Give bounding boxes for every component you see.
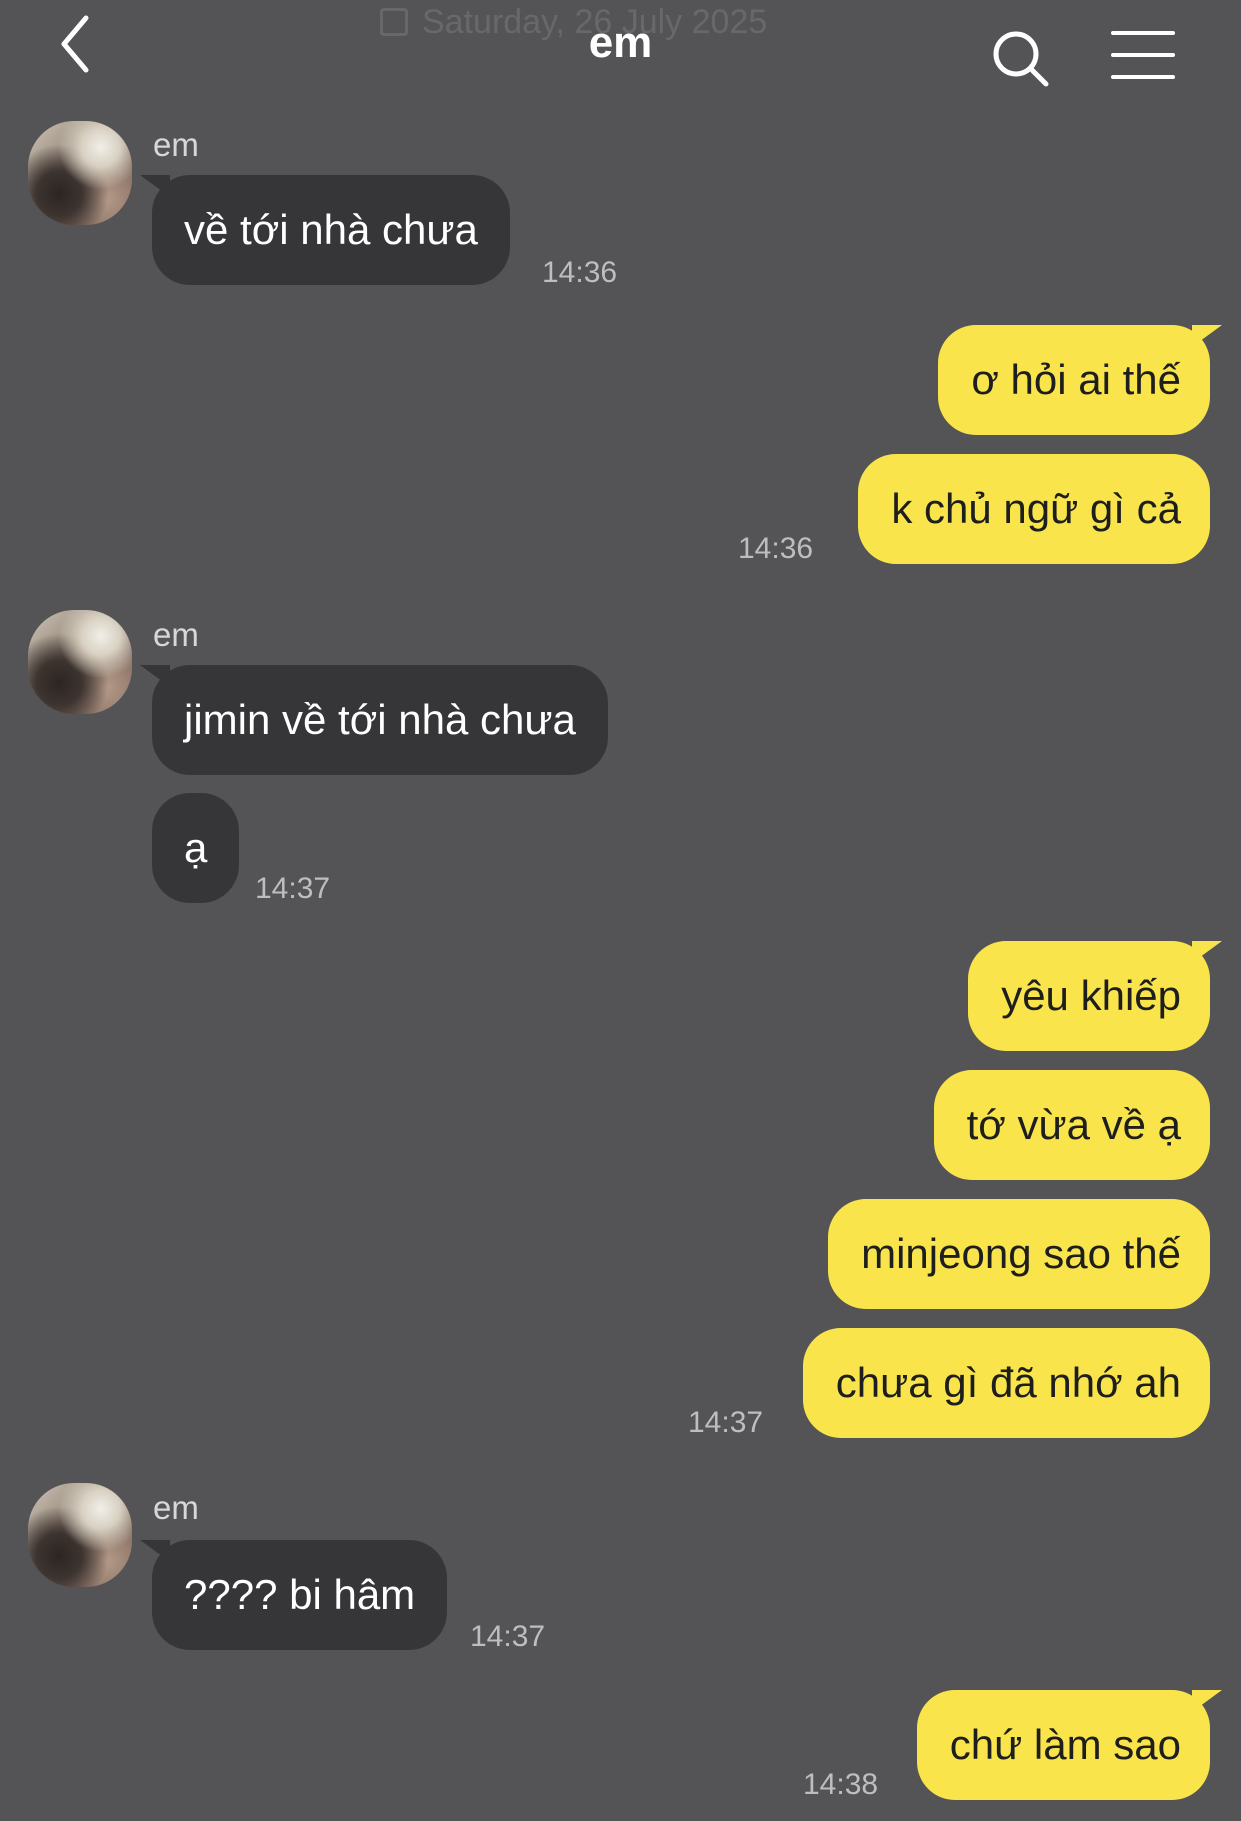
- sender-name: em: [153, 1489, 199, 1526]
- message-timestamp: 14:36: [542, 256, 618, 289]
- contact-avatar[interactable]: [28, 1483, 132, 1587]
- contact-avatar[interactable]: [28, 610, 132, 714]
- message-timestamp: 14:38: [803, 1768, 879, 1801]
- search-icon: [993, 31, 1049, 87]
- search-button[interactable]: [990, 28, 1054, 92]
- outgoing-message-bubble[interactable]: ơ hỏi ai thế: [938, 325, 1210, 435]
- outgoing-message-bubble[interactable]: yêu khiếp: [968, 941, 1210, 1051]
- contact-avatar[interactable]: [28, 121, 132, 225]
- chat-screen: Saturday, 26 July 2025 em em về tới nhà …: [0, 0, 1241, 1821]
- sender-name: em: [153, 126, 199, 163]
- sender-name: em: [153, 616, 199, 653]
- incoming-message-bubble[interactable]: về tới nhà chưa: [152, 175, 510, 285]
- incoming-message-bubble[interactable]: ???? bi hâm: [152, 1540, 448, 1650]
- chat-header: Saturday, 26 July 2025 em: [0, 0, 1241, 100]
- message-timestamp: 14:37: [470, 1620, 546, 1653]
- message-timestamp: 14:37: [688, 1406, 764, 1439]
- chat-title: em: [588, 18, 653, 67]
- outgoing-message-bubble[interactable]: chưa gì đã nhớ ah: [802, 1328, 1210, 1438]
- outgoing-message-bubble[interactable]: minjeong sao thế: [828, 1199, 1210, 1309]
- outgoing-message-bubble[interactable]: tớ vừa về ạ: [933, 1070, 1210, 1180]
- menu-button[interactable]: [1110, 28, 1176, 82]
- message-timestamp: 14:36: [738, 532, 814, 565]
- outgoing-message-bubble[interactable]: chứ làm sao: [916, 1690, 1210, 1800]
- incoming-message-bubble[interactable]: ạ: [152, 793, 240, 903]
- message-timestamp: 14:37: [255, 872, 331, 905]
- hamburger-menu-icon: [1111, 31, 1175, 79]
- outgoing-message-bubble[interactable]: k chủ ngữ gì cả: [858, 454, 1210, 564]
- incoming-message-bubble[interactable]: jimin về tới nhà chưa: [152, 665, 608, 775]
